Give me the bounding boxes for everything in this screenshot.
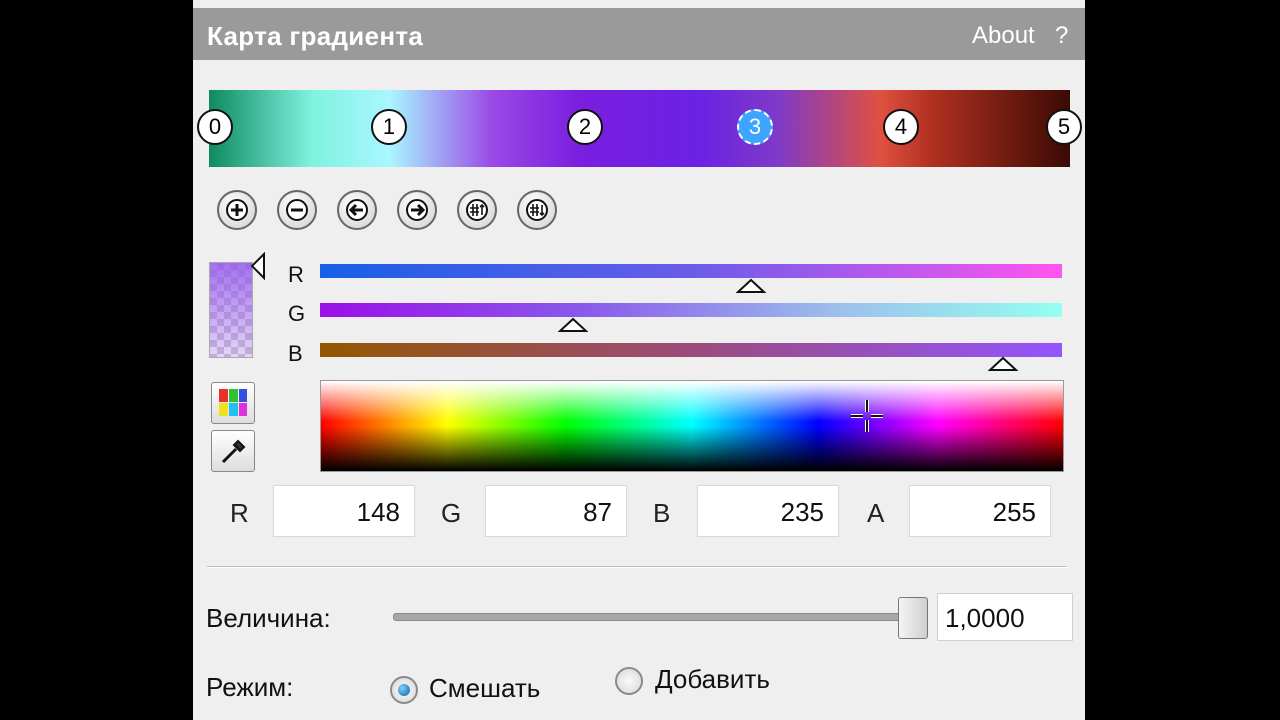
- green-slider-thumb[interactable]: [558, 317, 588, 333]
- panel-title: Карта градиента: [207, 21, 424, 51]
- amount-slider-thumb[interactable]: [898, 597, 928, 639]
- channel-g-label: G: [288, 301, 306, 326]
- arrow-right-icon: [406, 199, 428, 221]
- gradient-stop-4[interactable]: 4: [883, 109, 919, 145]
- r-value-input[interactable]: 148: [273, 485, 415, 537]
- red-channel-slider[interactable]: [320, 264, 1062, 278]
- palette-icon: [219, 389, 247, 416]
- eyedropper-button[interactable]: [211, 430, 255, 472]
- amount-label: Величина:: [206, 603, 331, 633]
- r-value-label: R: [230, 498, 249, 528]
- help-link[interactable]: ?: [1055, 22, 1068, 50]
- g-value-input[interactable]: 87: [485, 485, 627, 537]
- minus-icon: [286, 199, 308, 221]
- distribute-down-button[interactable]: [517, 190, 557, 230]
- grid-down-icon: [526, 199, 548, 221]
- gradient-stop-2[interactable]: 2: [567, 109, 603, 145]
- b-value-input[interactable]: 235: [697, 485, 839, 537]
- green-channel-slider[interactable]: [320, 303, 1062, 317]
- grid-up-icon: [466, 199, 488, 221]
- mode-add-radio[interactable]: [615, 667, 643, 695]
- color-spectrum-picker[interactable]: [320, 380, 1064, 472]
- gradient-stop-3-selected[interactable]: 3: [737, 109, 773, 145]
- a-value-input[interactable]: 255: [909, 485, 1051, 537]
- blue-slider-thumb[interactable]: [988, 356, 1018, 372]
- a-value-label: A: [867, 498, 885, 528]
- divider: [207, 566, 1067, 568]
- blue-channel-slider[interactable]: [320, 343, 1062, 357]
- gradient-stop-1[interactable]: 1: [371, 109, 407, 145]
- channel-r-label: R: [288, 262, 304, 287]
- move-stop-right-button[interactable]: [397, 190, 437, 230]
- remove-stop-button[interactable]: [277, 190, 317, 230]
- amount-slider[interactable]: [393, 613, 915, 621]
- mode-add-label[interactable]: Добавить: [655, 664, 770, 695]
- plus-icon: [226, 199, 248, 221]
- mode-blend-label[interactable]: Смешать: [429, 673, 540, 704]
- about-link[interactable]: About: [972, 22, 1035, 50]
- b-value-label: B: [653, 498, 671, 528]
- gradient-map-panel: Карта градиента About ? 0 1 2 3 4 5 R G: [193, 0, 1085, 720]
- gradient-stop-5[interactable]: 5: [1046, 109, 1082, 145]
- g-value-label: G: [441, 498, 462, 528]
- mode-blend-radio[interactable]: [390, 676, 418, 704]
- distribute-up-button[interactable]: [457, 190, 497, 230]
- alpha-pointer-icon[interactable]: [249, 252, 267, 280]
- add-stop-button[interactable]: [217, 190, 257, 230]
- gradient-stop-0[interactable]: 0: [197, 109, 233, 145]
- move-stop-left-button[interactable]: [337, 190, 377, 230]
- gradient-preview-bar[interactable]: 0 1 2 3 4 5: [197, 90, 1082, 167]
- eyedropper-icon: [221, 439, 246, 464]
- title-bar: Карта градиента About ?: [193, 8, 1085, 60]
- color-palette-button[interactable]: [211, 382, 255, 424]
- amount-input[interactable]: 1,0000: [937, 593, 1073, 641]
- current-color-swatch[interactable]: [209, 262, 253, 358]
- channel-b-label: B: [288, 341, 303, 366]
- arrow-left-icon: [346, 199, 368, 221]
- crosshair-icon[interactable]: [849, 398, 885, 434]
- red-slider-thumb[interactable]: [736, 278, 766, 294]
- mode-label: Режим:: [206, 672, 294, 702]
